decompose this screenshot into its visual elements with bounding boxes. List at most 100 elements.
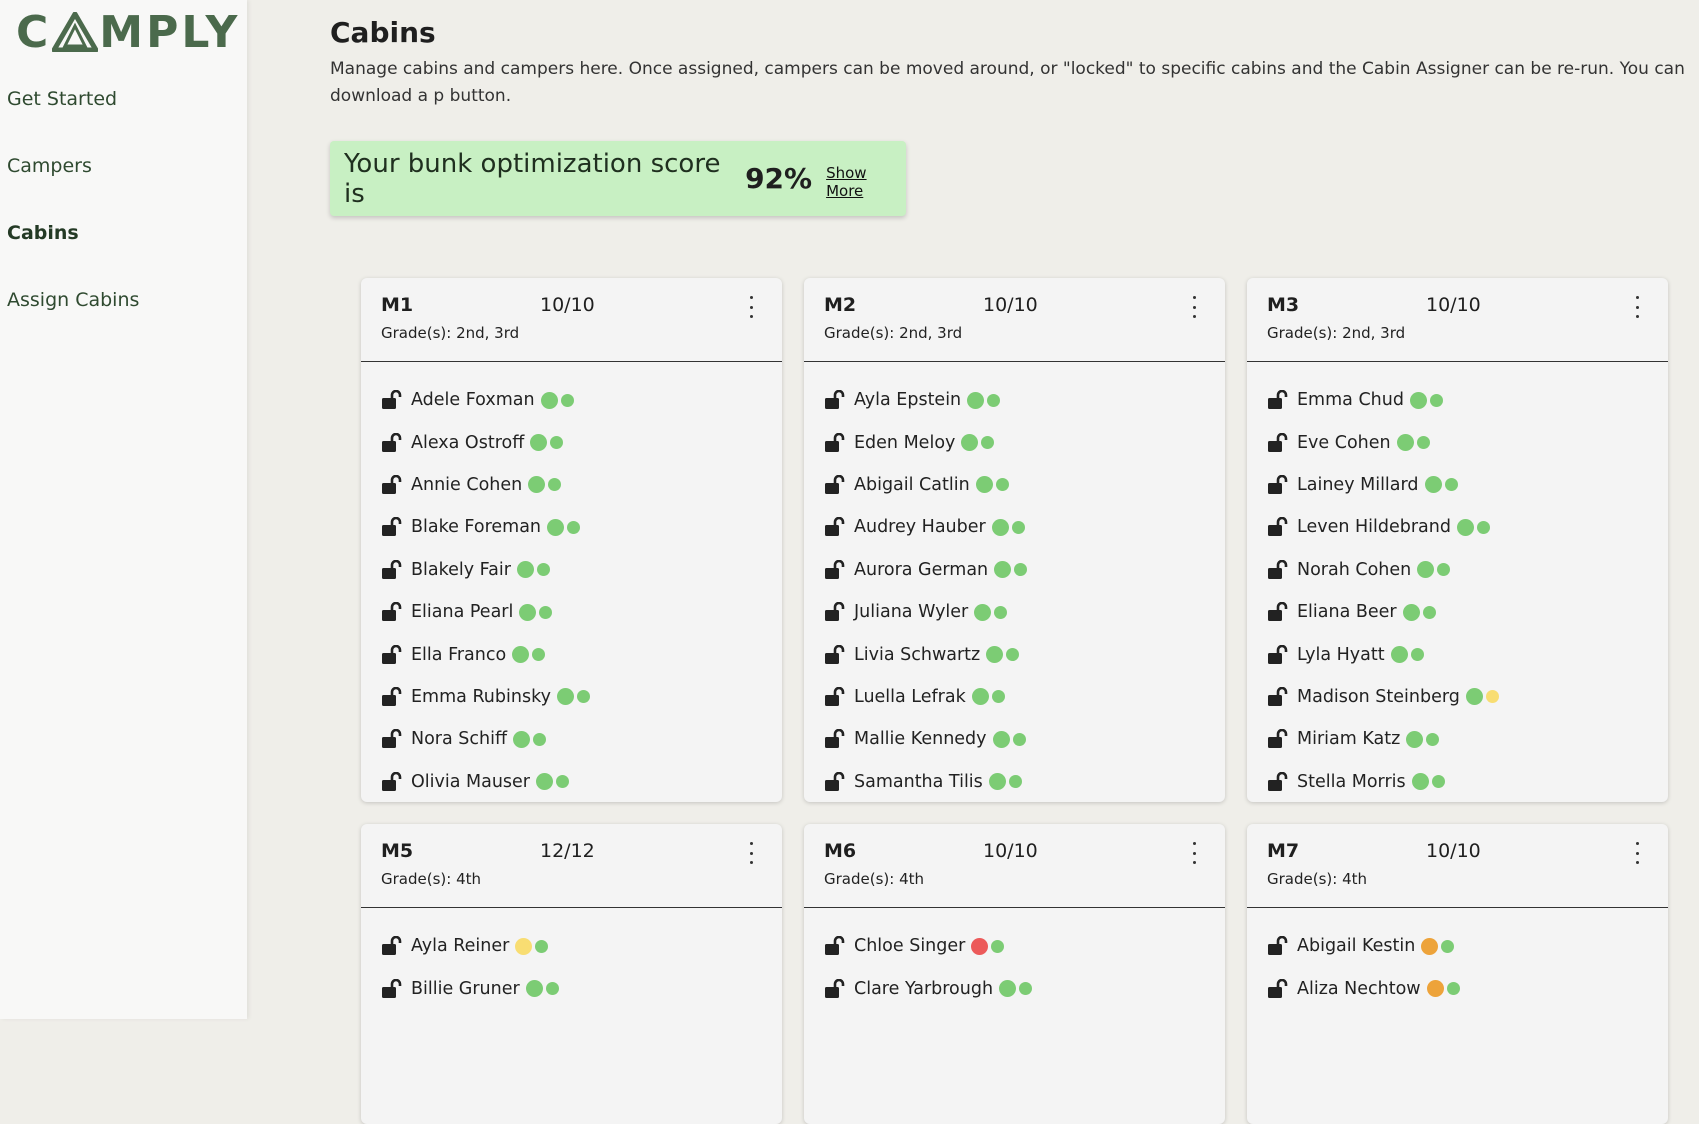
cabin-card: M2 10/10 Grade(s): 2nd, 3rd Ayla Epstein Ede… [804,278,1225,802]
camper-row[interactable]: Aurora German [804,549,1225,591]
unlocked-padlock-icon[interactable] [381,771,403,792]
camper-row[interactable]: Abigail Catlin [804,464,1225,506]
unlocked-padlock-icon[interactable] [824,936,846,956]
cabin-capacity: 10/10 [540,294,595,316]
camper-row[interactable]: Stella Morris [1247,761,1668,802]
unlocked-padlock-icon[interactable] [824,559,846,580]
camper-row[interactable]: Aliza Nechtow [1247,967,1668,1009]
unlocked-padlock-icon[interactable] [381,644,403,665]
camper-row[interactable]: Ayla Epstein [804,379,1225,421]
unlocked-padlock-icon[interactable] [824,644,846,665]
camper-row[interactable]: Chloe Singer [804,925,1225,967]
sidebar-item-cabins[interactable]: Cabins [7,214,139,281]
kebab-menu-icon[interactable] [746,296,756,318]
camper-row[interactable]: Olivia Mauser [361,761,782,802]
unlocked-padlock-icon[interactable] [824,602,846,622]
unlocked-padlock-icon[interactable] [381,432,403,453]
unlocked-padlock-icon[interactable] [824,686,846,707]
camper-row[interactable]: Audrey Hauber [804,506,1225,548]
unlocked-padlock-icon[interactable] [381,936,403,956]
cabin-grades: Grade(s): 2nd, 3rd [381,324,520,342]
camper-row[interactable]: Adele Foxman [361,379,782,421]
show-more-link[interactable]: Show More [826,164,906,200]
camper-row[interactable]: Lainey Millard [1247,464,1668,506]
camper-row[interactable]: Nora Schiff [361,718,782,760]
unlocked-padlock-icon[interactable] [381,390,403,410]
camper-name: Ayla Epstein [854,390,962,411]
camper-row[interactable]: Billie Gruner [361,967,782,1009]
unlocked-padlock-icon[interactable] [381,474,403,495]
camper-name: Blakely Fair [411,559,511,580]
unlocked-padlock-icon[interactable] [1267,390,1289,410]
unlocked-padlock-icon[interactable] [1267,602,1289,622]
unlocked-padlock-icon[interactable] [381,729,403,749]
unlocked-padlock-icon[interactable] [1267,936,1289,956]
camper-row[interactable]: Abigail Kestin [1247,925,1668,967]
camper-row[interactable]: Mallie Kennedy [804,718,1225,760]
camper-row[interactable]: Leven Hildebrand [1247,506,1668,548]
camper-row[interactable]: Alexa Ostroff [361,421,782,463]
unlocked-padlock-icon[interactable] [1267,517,1289,537]
kebab-menu-icon[interactable] [1189,842,1199,864]
camper-row[interactable]: Samantha Tilis [804,761,1225,802]
unlocked-padlock-icon[interactable] [824,771,846,792]
camper-row[interactable]: Lyla Hyatt [1247,633,1668,675]
unlocked-padlock-icon[interactable] [1267,771,1289,792]
kebab-menu-icon[interactable] [1189,296,1199,318]
cabin-capacity: 10/10 [1426,840,1481,862]
camper-row[interactable]: Eve Cohen [1247,421,1668,463]
unlocked-padlock-icon[interactable] [381,686,403,707]
unlocked-padlock-icon[interactable] [1267,559,1289,580]
camper-row[interactable]: Madison Steinberg [1247,676,1668,718]
match-status-dot [1402,603,1420,621]
camper-row[interactable]: Annie Cohen [361,464,782,506]
camper-name: Eliana Beer [1297,602,1397,623]
match-status-dot [1422,605,1436,619]
camper-row[interactable]: Ayla Reiner [361,925,782,967]
kebab-menu-icon[interactable] [1632,296,1642,318]
unlocked-padlock-icon[interactable] [824,729,846,749]
unlocked-padlock-icon[interactable] [1267,978,1289,999]
camper-row[interactable]: Miriam Katz [1247,718,1668,760]
camply-logo[interactable]: C MPLY [16,6,240,58]
camper-row[interactable]: Ella Franco [361,633,782,675]
camper-row[interactable]: Emma Rubinsky [361,676,782,718]
unlocked-padlock-icon[interactable] [1267,729,1289,749]
camper-row[interactable]: Eliana Beer [1247,591,1668,633]
camper-row[interactable]: Blakely Fair [361,549,782,591]
camper-row[interactable]: Emma Chud [1247,379,1668,421]
match-status-dot [967,391,985,409]
unlocked-padlock-icon[interactable] [1267,432,1289,453]
camper-row[interactable]: Blake Foreman [361,506,782,548]
unlocked-padlock-icon[interactable] [824,517,846,537]
unlocked-padlock-icon[interactable] [824,474,846,495]
unlocked-padlock-icon[interactable] [824,390,846,410]
unlocked-padlock-icon[interactable] [381,559,403,580]
cabin-name: M2 [824,294,857,316]
unlocked-padlock-icon[interactable] [1267,474,1289,495]
sidebar-nav: Get Started Campers Cabins Assign Cabins [7,80,139,348]
camper-row[interactable]: Clare Yarbrough [804,967,1225,1009]
camper-row[interactable]: Livia Schwartz [804,633,1225,675]
sidebar-item-campers[interactable]: Campers [7,147,139,214]
unlocked-padlock-icon[interactable] [824,978,846,999]
match-status-dot [547,518,565,536]
kebab-menu-icon[interactable] [1632,842,1642,864]
sidebar-item-get-started[interactable]: Get Started [7,80,139,147]
camper-row[interactable]: Luella Lefrak [804,676,1225,718]
kebab-menu-icon[interactable] [746,842,756,864]
unlocked-padlock-icon[interactable] [824,432,846,453]
unlocked-padlock-icon[interactable] [381,602,403,622]
cabin-card-header: M6 10/10 Grade(s): 4th [804,824,1225,908]
unlocked-padlock-icon[interactable] [1267,686,1289,707]
camper-row[interactable]: Norah Cohen [1247,549,1668,591]
sidebar-item-assign-cabins[interactable]: Assign Cabins [7,281,139,348]
camper-row[interactable]: Juliana Wyler [804,591,1225,633]
match-status-dot [1006,648,1020,662]
camper-row[interactable]: Eden Meloy [804,421,1225,463]
match-status-dot [971,688,989,706]
unlocked-padlock-icon[interactable] [381,517,403,537]
camper-row[interactable]: Eliana Pearl [361,591,782,633]
unlocked-padlock-icon[interactable] [1267,644,1289,665]
unlocked-padlock-icon[interactable] [381,978,403,999]
